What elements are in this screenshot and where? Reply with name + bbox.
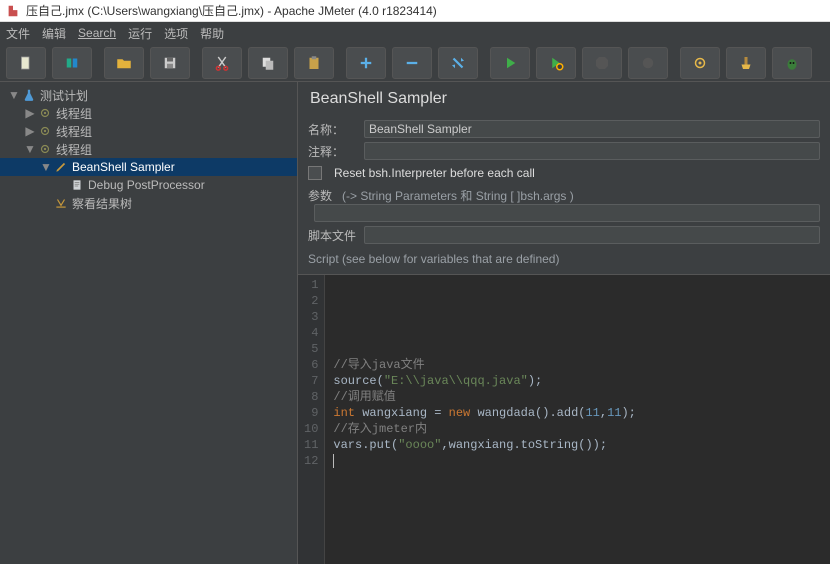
start-button[interactable] <box>490 47 530 79</box>
menu-help[interactable]: 帮助 <box>200 25 224 42</box>
window-title: 压自己.jmx (C:\Users\wangxiang\压自己.jmx) - A… <box>26 2 437 19</box>
tree-testplan[interactable]: ▼ 测试计划 <box>0 86 297 104</box>
menu-file[interactable]: 文件 <box>6 25 30 42</box>
doc-icon <box>70 178 84 192</box>
function-helper-button[interactable] <box>772 47 812 79</box>
tree-toggle-icon[interactable]: ▼ <box>40 160 52 174</box>
collapse-button[interactable] <box>392 47 432 79</box>
shutdown-button[interactable] <box>628 47 668 79</box>
comment-input[interactable] <box>364 142 820 160</box>
thread-icon <box>38 124 52 138</box>
tree-beanshell-sampler[interactable]: ▼ BeanShell Sampler <box>0 158 297 176</box>
pen-icon <box>54 160 68 174</box>
eye-icon <box>54 196 68 210</box>
cut-button[interactable] <box>202 47 242 79</box>
copy-button[interactable] <box>248 47 288 79</box>
tree-label: BeanShell Sampler <box>72 160 175 174</box>
menu-search[interactable]: Search <box>78 26 116 40</box>
beanshell-editor-panel: BeanShell Sampler 名称： 注释： Reset bsh.Inte… <box>298 82 830 564</box>
tree-label: 察看结果树 <box>72 195 132 212</box>
comment-label: 注释： <box>308 143 358 160</box>
toolbar <box>0 44 830 82</box>
open-button[interactable] <box>104 47 144 79</box>
tree-toggle-icon[interactable]: ▼ <box>24 142 36 156</box>
tree-toggle-icon[interactable]: ▶ <box>24 106 36 120</box>
clear-button[interactable] <box>680 47 720 79</box>
thread-icon <box>38 142 52 156</box>
reset-interpreter-checkbox[interactable] <box>308 166 322 180</box>
thread-icon <box>38 106 52 120</box>
save-button[interactable] <box>150 47 190 79</box>
name-input[interactable] <box>364 120 820 138</box>
tree-toggle-icon[interactable]: ▼ <box>8 88 20 102</box>
code-lines[interactable]: //导入java文件source("E:\\java\\qqq.java");/… <box>325 275 830 564</box>
menu-run[interactable]: 运行 <box>128 25 152 42</box>
tree-label: 线程组 <box>56 105 92 122</box>
scriptfile-input[interactable] <box>364 226 820 244</box>
scriptfile-label: 脚本文件 <box>308 227 358 244</box>
menu-edit[interactable]: 编辑 <box>42 25 66 42</box>
panel-title: BeanShell Sampler <box>298 82 830 118</box>
main-area: ▼ 测试计划 ▶ 线程组 ▶ 线程组 ▼ 线程组 ▼ BeanShell Sampler Debug… <box>0 82 830 564</box>
tree-threadgroup-2[interactable]: ▶ 线程组 <box>0 122 297 140</box>
test-plan-tree[interactable]: ▼ 测试计划 ▶ 线程组 ▶ 线程组 ▼ 线程组 ▼ BeanShell Sampler Debug… <box>0 82 298 564</box>
tree-label: Debug PostProcessor <box>88 178 205 192</box>
clear-all-button[interactable] <box>726 47 766 79</box>
tree-label: 线程组 <box>56 141 92 158</box>
params-label: 参数 <box>308 187 336 204</box>
tree-label: 线程组 <box>56 123 92 140</box>
tree-view-results[interactable]: 察看结果树 <box>0 194 297 212</box>
script-editor[interactable]: 123456789101112 //导入java文件source("E:\\ja… <box>298 274 830 564</box>
window-titlebar: 压自己.jmx (C:\Users\wangxiang\压自己.jmx) - A… <box>0 0 830 22</box>
tree-debug-postprocessor[interactable]: Debug PostProcessor <box>0 176 297 194</box>
reset-interpreter-label: Reset bsh.Interpreter before each call <box>334 166 535 180</box>
params-hint: (-> String Parameters 和 String [ ]bsh.ar… <box>342 187 574 204</box>
name-label: 名称： <box>308 121 358 138</box>
toggle-button[interactable] <box>438 47 478 79</box>
menubar: 文件 编辑 Search 运行 选项 帮助 <box>0 22 830 44</box>
tree-threadgroup-3[interactable]: ▼ 线程组 <box>0 140 297 158</box>
expand-button[interactable] <box>346 47 386 79</box>
params-input[interactable] <box>314 204 820 222</box>
flask-icon <box>22 88 36 102</box>
tree-label: 测试计划 <box>40 87 88 104</box>
templates-button[interactable] <box>52 47 92 79</box>
line-gutter: 123456789101112 <box>298 275 325 564</box>
app-icon <box>6 4 20 18</box>
paste-button[interactable] <box>294 47 334 79</box>
menu-options[interactable]: 选项 <box>164 25 188 42</box>
script-section-label: Script (see below for variables that are… <box>298 246 830 270</box>
new-file-button[interactable] <box>6 47 46 79</box>
stop-button[interactable] <box>582 47 622 79</box>
start-no-timers-button[interactable] <box>536 47 576 79</box>
tree-threadgroup-1[interactable]: ▶ 线程组 <box>0 104 297 122</box>
tree-toggle-icon[interactable]: ▶ <box>24 124 36 138</box>
